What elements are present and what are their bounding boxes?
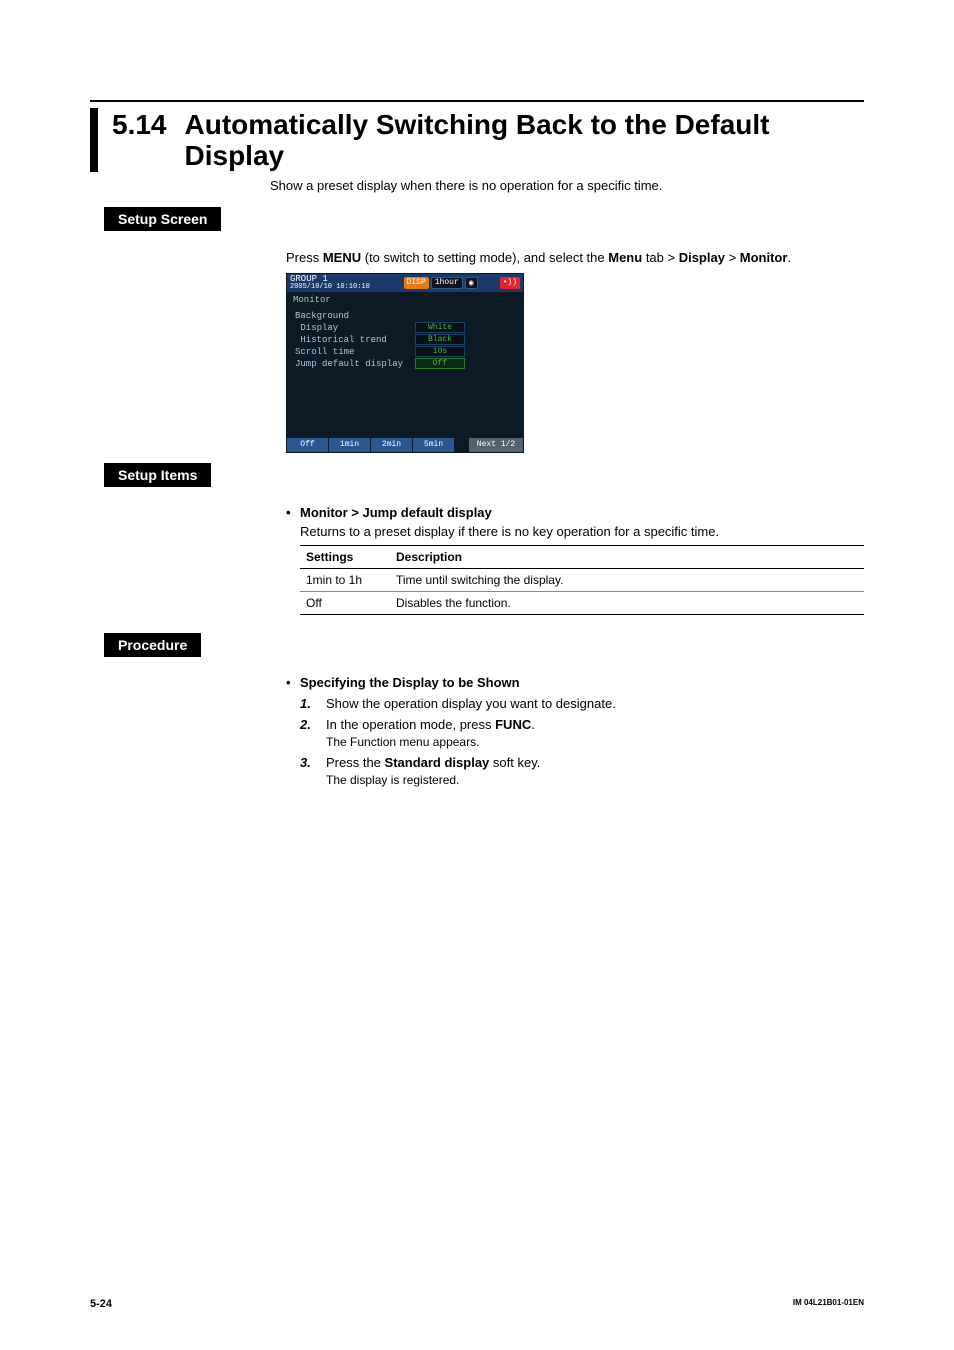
section-number: 5.14 — [112, 108, 167, 141]
page-number: 5-24 — [90, 1298, 112, 1310]
val-hist: Black — [415, 334, 465, 345]
setup-screen-instruction: Press MENU (to switch to setting mode), … — [286, 249, 864, 267]
step-3: 3. Press the Standard display soft key. … — [300, 755, 864, 787]
procedure-heading: • Specifying the Display to be Shown — [286, 675, 864, 690]
label-setup-screen: Setup Screen — [104, 207, 221, 231]
softkey-5min: 5min — [413, 438, 455, 452]
row-hist: Historical trend — [295, 335, 415, 345]
procedure-steps: 1. Show the operation display you want t… — [300, 696, 864, 787]
val-jump: Off — [415, 358, 465, 369]
settings-table: Settings Description 1min to 1h Time unt… — [300, 545, 864, 615]
softkey-1min: 1min — [329, 438, 371, 452]
device-datetime: 2005/10/10 10:10:10 — [290, 284, 370, 291]
val-scroll: 10s — [415, 346, 465, 357]
section-title-text: Automatically Switching Back to the Defa… — [185, 108, 865, 172]
setup-items-heading: • Monitor > Jump default display — [286, 505, 864, 520]
label-setup-items: Setup Items — [104, 463, 211, 487]
device-heading: Monitor — [287, 292, 523, 308]
title-bar-decoration — [90, 108, 98, 172]
camera-icon: ◉ — [465, 277, 478, 289]
device-titlebar: GROUP 1 2005/10/10 10:10:10 DISP 1hour ◉… — [287, 274, 523, 292]
row-jump: Jump default display — [295, 359, 415, 369]
th-description: Description — [390, 545, 864, 568]
step-2: 2. In the operation mode, press FUNC. Th… — [300, 717, 864, 749]
val-display: White — [415, 322, 465, 333]
row-background: Background — [295, 311, 415, 321]
softkey-next: Next 1/2 — [469, 438, 523, 452]
table-row: 1min to 1h Time until switching the disp… — [300, 568, 864, 591]
sound-icon: •)) — [500, 277, 520, 289]
page-footer: 5-24 IM 04L21B01-01EN — [90, 1298, 864, 1310]
step-1: 1. Show the operation display you want t… — [300, 696, 864, 711]
table-row: Off Disables the function. — [300, 591, 864, 614]
device-softkeys: Off 1min 2min 5min Next 1/2 — [287, 438, 523, 452]
section-title: 5.14 Automatically Switching Back to the… — [90, 108, 864, 172]
disp-badge-icon: DISP — [404, 277, 429, 289]
interval-badge: 1hour — [431, 277, 463, 289]
softkey-2min: 2min — [371, 438, 413, 452]
lead-paragraph: Show a preset display when there is no o… — [270, 178, 864, 193]
row-display: Display — [295, 323, 415, 333]
softkey-off: Off — [287, 438, 329, 452]
doc-id: IM 04L21B01-01EN — [793, 1298, 864, 1310]
device-screenshot: GROUP 1 2005/10/10 10:10:10 DISP 1hour ◉… — [286, 273, 524, 453]
horizontal-rule — [90, 100, 864, 102]
th-settings: Settings — [300, 545, 390, 568]
row-scroll: Scroll time — [295, 347, 415, 357]
setup-items-desc: Returns to a preset display if there is … — [300, 524, 864, 539]
label-procedure: Procedure — [104, 633, 201, 657]
